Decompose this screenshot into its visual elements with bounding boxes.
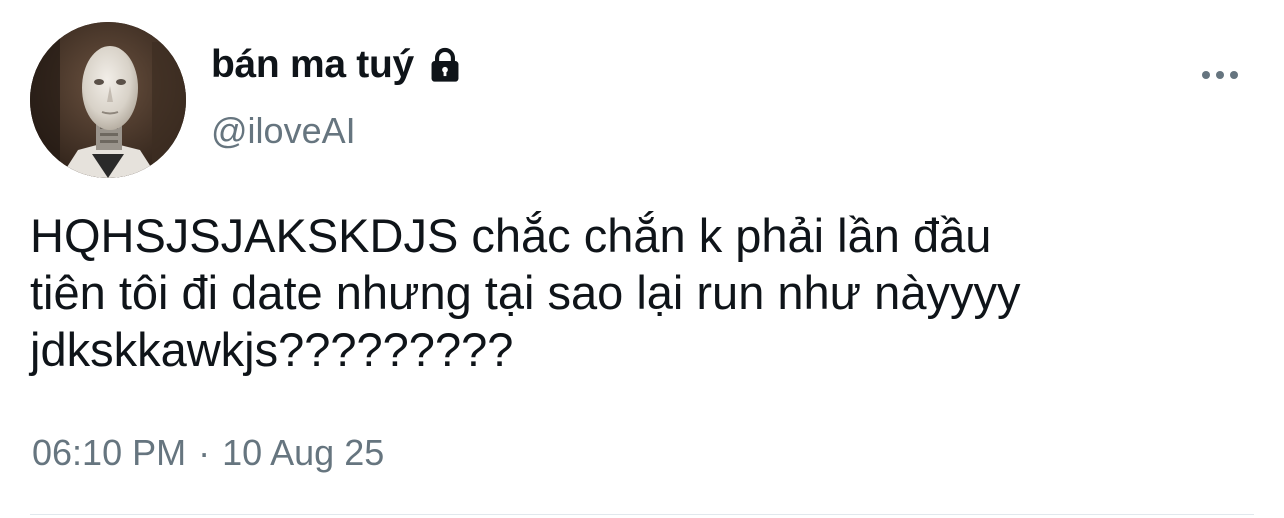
more-horizontal-icon — [1202, 71, 1238, 79]
tweet-text: HQHSJSJAKSKDJS chắc chắn k phải lần đầu … — [30, 209, 1021, 376]
user-name-row: bán ma tuý — [211, 40, 464, 90]
divider — [30, 514, 1254, 515]
robot-avatar-icon — [30, 22, 186, 178]
more-options-button[interactable] — [1194, 60, 1246, 90]
tweet-meta: 06:10 PM · 10 Aug 25 — [32, 432, 384, 474]
user-handle[interactable]: @iloveAI — [211, 110, 356, 152]
display-name[interactable]: bán ma tuý — [211, 43, 414, 87]
tweet-card: bán ma tuý @iloveAI HQHSJSJAKSKDJS chắc … — [0, 0, 1284, 518]
tweet-date[interactable]: 10 Aug 25 — [222, 432, 384, 474]
tweet-time[interactable]: 06:10 PM — [32, 432, 186, 474]
avatar[interactable] — [30, 22, 186, 178]
meta-separator: · — [198, 432, 211, 473]
lock-icon — [426, 46, 464, 84]
